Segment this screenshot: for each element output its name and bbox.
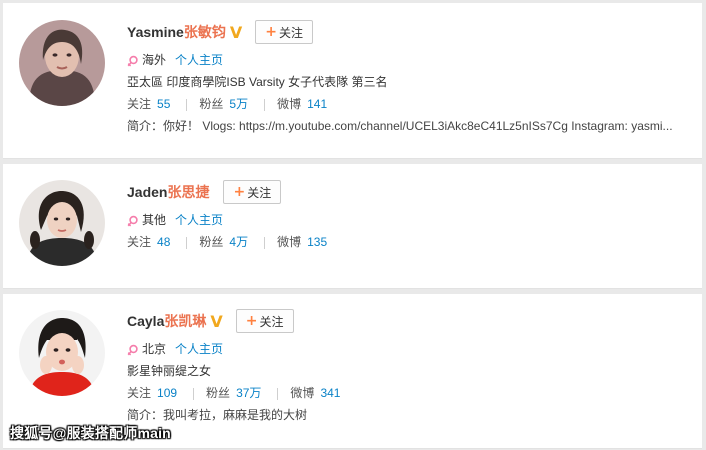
fans-label: 粉丝: [199, 235, 224, 249]
user-card: Jaden 张思捷 + 关注 其他 个人主页 关注 48 粉丝 4万 微博 135: [3, 164, 702, 289]
weibo-count[interactable]: 141: [307, 97, 327, 111]
fans-count[interactable]: 4万: [229, 235, 248, 249]
follow-button[interactable]: + 关注: [255, 20, 313, 44]
fans-count[interactable]: 37万: [236, 386, 261, 400]
stats-row: 关注 48 粉丝 4万 微博 135: [127, 231, 327, 253]
plus-icon: +: [245, 313, 258, 329]
weibo-count[interactable]: 135: [307, 235, 327, 249]
user-name-cn[interactable]: 张凯琳: [164, 311, 206, 331]
following-count[interactable]: 48: [157, 235, 170, 249]
divider: [264, 236, 266, 249]
avatar[interactable]: [19, 180, 105, 266]
following-count[interactable]: 55: [157, 97, 170, 111]
divider: [277, 387, 279, 400]
following-count[interactable]: 109: [157, 386, 177, 400]
bio: 亞太區 印度商學院ISB Varsity 女子代表隊 第三名: [127, 75, 388, 89]
bio: 影星钟丽缇之女: [127, 364, 212, 378]
name-row: Jaden 张思捷 + 关注: [127, 178, 327, 206]
user-card: Yasmine 张敏钧 V + 关注 海外 个人主页 亞太區 印度商學院ISB Var…: [3, 3, 702, 159]
location: 其他: [142, 213, 167, 227]
name-row: Cayla 张凯琳 V + 关注: [127, 307, 687, 335]
plus-icon: +: [265, 24, 277, 40]
divider: [186, 98, 188, 111]
user-name-cn[interactable]: 张思捷: [167, 182, 209, 202]
divider: [264, 98, 266, 111]
follow-button[interactable]: + 关注: [223, 180, 282, 204]
location: 海外: [142, 53, 167, 67]
name-row: Yasmine 张敏钧 V + 关注: [127, 18, 687, 46]
female-icon: [127, 55, 138, 67]
plus-icon: +: [233, 184, 246, 200]
weibo-label: 微博: [290, 386, 315, 400]
follow-label: 关注: [247, 185, 272, 200]
divider: [193, 387, 195, 400]
intro: 简介：我叫考拉，麻麻是我的大树: [127, 408, 308, 422]
weibo-label: 微博: [277, 235, 302, 249]
follow-label: 关注: [278, 25, 303, 40]
following-label: 关注: [127, 97, 152, 111]
female-icon: [127, 344, 138, 356]
stats-row: 关注 109 粉丝 37万 微博 341: [127, 382, 687, 404]
divider: [186, 236, 188, 249]
follow-label: 关注: [259, 314, 284, 329]
fans-label: 粉丝: [199, 97, 224, 111]
user-name-en[interactable]: Cayla: [127, 313, 164, 329]
user-name-cn[interactable]: 张敏钧: [184, 22, 226, 42]
search-results-page: Yasmine 张敏钧 V + 关注 海外 个人主页 亞太區 印度商學院ISB Var…: [0, 0, 706, 450]
following-label: 关注: [127, 235, 152, 249]
verified-icon: V: [229, 22, 243, 42]
location: 北京: [142, 342, 167, 356]
stats-row: 关注 55 粉丝 5万 微博 141: [127, 93, 687, 115]
female-icon: [127, 215, 138, 227]
user-name-en[interactable]: Yasmine: [127, 24, 184, 40]
weibo-label: 微博: [277, 97, 302, 111]
fans-label: 粉丝: [206, 386, 231, 400]
avatar[interactable]: [19, 310, 105, 396]
home-link[interactable]: 个人主页: [175, 213, 223, 227]
home-link[interactable]: 个人主页: [175, 53, 223, 67]
watermark: 搜狐号@服装搭配师main: [10, 425, 171, 441]
home-link[interactable]: 个人主页: [175, 342, 223, 356]
verified-icon: V: [210, 311, 223, 331]
avatar[interactable]: [19, 20, 105, 106]
user-name-en[interactable]: Jaden: [127, 184, 167, 200]
intro: 简介：你好！ Vlogs: https://m.youtube.com/chan…: [127, 119, 673, 133]
follow-button[interactable]: + 关注: [235, 309, 294, 333]
weibo-count[interactable]: 341: [320, 386, 340, 400]
following-label: 关注: [127, 386, 152, 400]
fans-count[interactable]: 5万: [229, 97, 248, 111]
